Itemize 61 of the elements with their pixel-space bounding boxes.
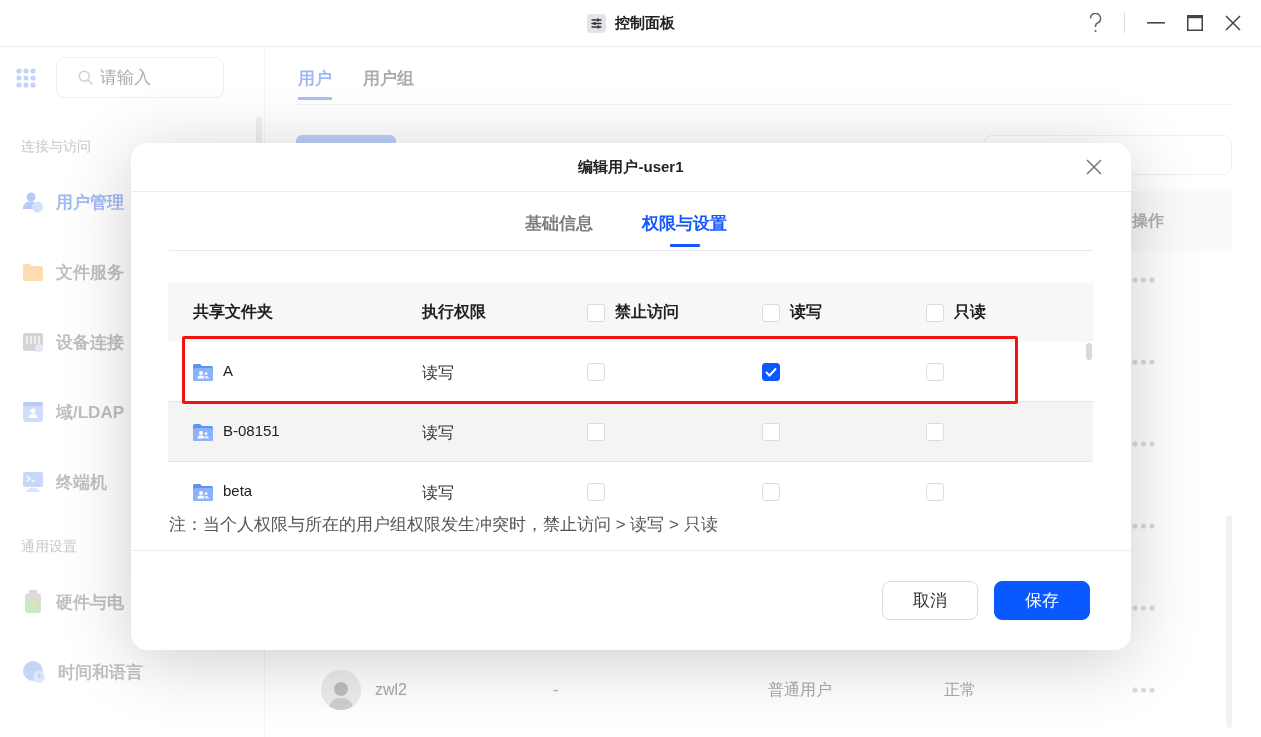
close-icon[interactable] (1086, 159, 1102, 175)
more-icon[interactable] (1132, 277, 1155, 283)
table-cell-text: 普通用户 (768, 679, 832, 700)
folder-name: beta (223, 481, 253, 499)
window-title: 控制面板 (614, 13, 675, 33)
search-icon (78, 70, 93, 85)
cancel-button[interactable]: 取消 (882, 581, 978, 620)
scrollbar (1086, 343, 1092, 360)
shared-folder-icon (193, 482, 213, 501)
id-card-icon (22, 401, 44, 423)
sidebar-item[interactable]: 硬件与电 (22, 567, 124, 637)
folder-name: B-08151 (223, 421, 280, 439)
sidebar-item[interactable]: 时间和语言 (22, 637, 143, 707)
dialog-title: 编辑用户-user1 (578, 157, 684, 177)
device-icon (22, 331, 44, 353)
users-icon (22, 191, 44, 213)
tab[interactable]: 权限与设置 (642, 192, 727, 250)
maximize-icon[interactable] (1187, 15, 1203, 31)
check-icon (765, 366, 777, 377)
globe-clock-icon (22, 660, 46, 684)
folder-name: A (223, 361, 233, 379)
table-cell: - (553, 681, 559, 699)
battery-icon (22, 590, 44, 614)
help-icon[interactable] (1089, 13, 1102, 33)
monitor-icon (22, 471, 44, 493)
sidebar-item[interactable]: 文件服务 (22, 237, 124, 307)
checkbox[interactable] (762, 362, 780, 381)
table-cell-text: 正常 (944, 679, 976, 700)
sidebar-item[interactable]: 设备连接 (22, 307, 124, 377)
sidebar-item[interactable]: 用户管理 (22, 167, 124, 237)
column-header: 只读 (954, 302, 986, 322)
tab[interactable]: 基础信息 (525, 192, 593, 250)
table-cell-text: 读写 (422, 423, 454, 443)
more-icon[interactable] (1132, 605, 1155, 611)
column-header: 禁止访问 (615, 302, 679, 322)
scrollbar (256, 117, 262, 144)
column-header: 执行权限 (422, 302, 486, 322)
column-header: 操作 (1132, 210, 1164, 231)
tab[interactable]: 用户 (298, 47, 332, 100)
more-icon[interactable] (1132, 359, 1155, 365)
table-cell-text: 读写 (422, 363, 454, 383)
table-cell: 读写 (422, 483, 454, 501)
more-icon[interactable] (1132, 523, 1155, 529)
sliders-icon (586, 13, 606, 33)
minimize-icon[interactable] (1147, 22, 1165, 24)
shared-folder-icon (193, 422, 213, 441)
more-icon[interactable] (1132, 687, 1155, 693)
column-header: 读写 (790, 302, 822, 322)
column-header: 共享文件夹 (193, 302, 273, 322)
user-name: zwl2 (375, 681, 407, 699)
close-icon[interactable] (1225, 15, 1241, 31)
folder-icon (22, 262, 44, 282)
tab[interactable]: 用户组 (363, 47, 414, 100)
note-text: 注：当个人权限与所在的用户组权限发生冲突时，禁止访问 > 读写 > 只读 (169, 514, 718, 536)
sidebar-item[interactable]: 域/LDAP (22, 377, 124, 447)
save-button[interactable]: 保存 (994, 581, 1090, 620)
search-field[interactable]: 请输入 (56, 57, 224, 98)
more-icon[interactable] (1132, 441, 1155, 447)
shared-folder-icon (193, 362, 213, 381)
sidebar-item[interactable]: 终端机 (22, 447, 107, 517)
apps-icon[interactable] (16, 67, 36, 88)
